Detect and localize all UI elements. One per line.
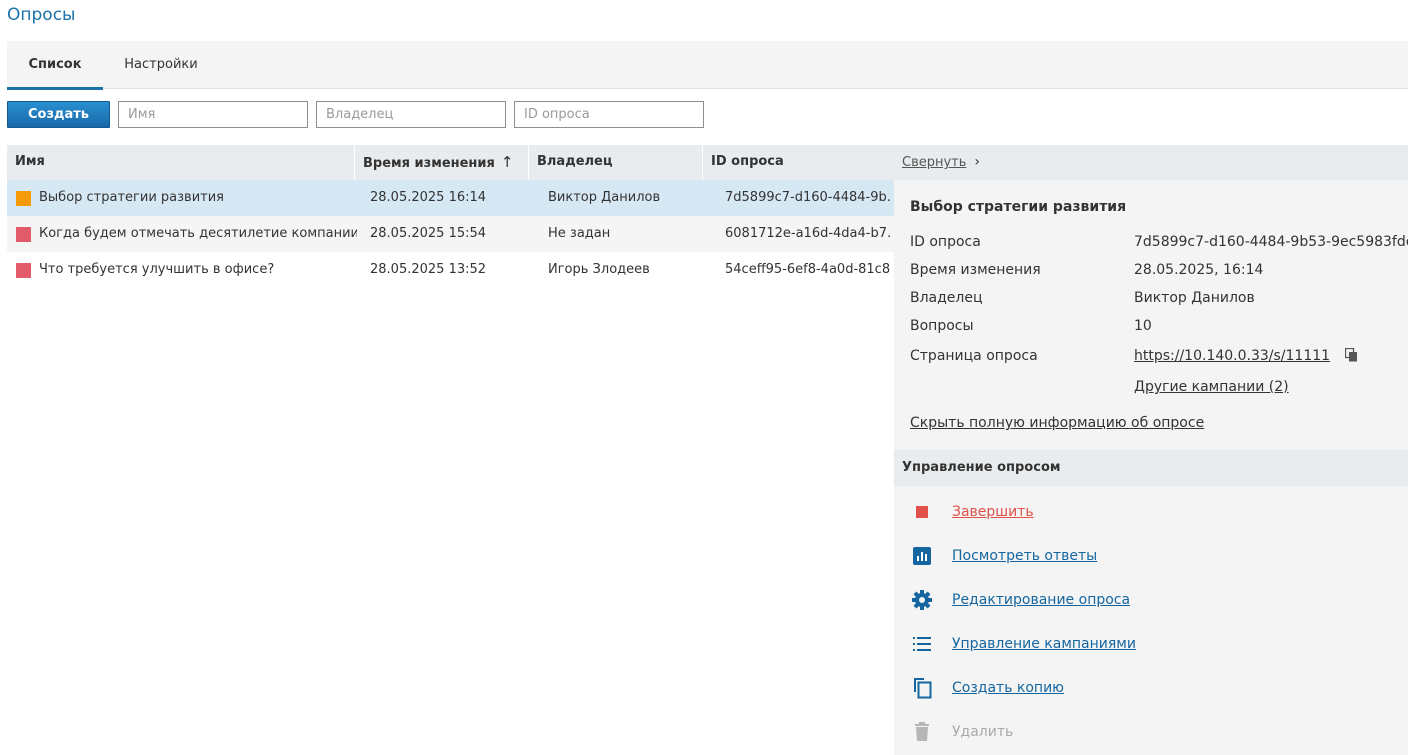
copy-url-icon[interactable] bbox=[1344, 347, 1358, 366]
tab-settings-label: Настройки bbox=[124, 57, 198, 72]
edit-survey-action[interactable]: Редактирование опроса bbox=[910, 587, 1390, 613]
manage-campaigns-label[interactable]: Управление кампаниями bbox=[952, 631, 1136, 657]
list-icon bbox=[910, 632, 934, 656]
modified-label: Время изменения bbox=[910, 262, 1041, 278]
manage-survey-header: Управление опросом bbox=[894, 450, 1408, 486]
owner-filter-input[interactable] bbox=[316, 101, 506, 128]
column-header-owner-label: Владелец bbox=[537, 154, 613, 169]
trash-icon bbox=[910, 720, 934, 744]
create-copy-label[interactable]: Создать копию bbox=[952, 675, 1064, 701]
status-indicator-icon bbox=[16, 227, 31, 242]
row-owner: Виктор Данилов bbox=[548, 190, 661, 205]
modified-value: 28.05.2025, 16:14 bbox=[1134, 262, 1264, 278]
status-indicator-icon bbox=[16, 263, 31, 278]
column-header-name[interactable]: Имя bbox=[7, 145, 355, 180]
row-name: Выбор стратегии развития bbox=[39, 190, 224, 205]
row-modified: 28.05.2025 16:14 bbox=[370, 190, 487, 205]
owner-label: Владелец bbox=[910, 290, 983, 306]
chevron-right-icon[interactable]: › bbox=[974, 154, 980, 170]
table-header: Имя Время изменения ↑ Владелец ID опроса bbox=[7, 145, 894, 180]
view-responses-action[interactable]: Посмотреть ответы bbox=[910, 543, 1390, 569]
row-modified: 28.05.2025 15:54 bbox=[370, 226, 487, 241]
finish-survey-action[interactable]: Завершить bbox=[910, 499, 1390, 525]
surveys-table: Имя Время изменения ↑ Владелец ID опроса … bbox=[7, 145, 894, 288]
finish-survey-label[interactable]: Завершить bbox=[952, 499, 1034, 525]
column-header-id-label: ID опроса bbox=[711, 154, 784, 169]
page-title: Опросы bbox=[7, 5, 76, 25]
hide-full-info-link[interactable]: Скрыть полную информацию об опросе bbox=[910, 415, 1204, 431]
create-button[interactable]: Создать bbox=[7, 101, 110, 128]
collapse-bar: Свернуть › bbox=[894, 145, 1408, 180]
create-copy-action[interactable]: Создать копию bbox=[910, 675, 1390, 701]
column-header-name-label: Имя bbox=[15, 154, 45, 169]
row-id: 7d5899c7-d160-4484-9b... bbox=[725, 190, 890, 205]
column-header-modified[interactable]: Время изменения ↑ bbox=[355, 145, 529, 180]
survey-page-label: Страница опроса bbox=[910, 348, 1038, 364]
delete-survey-label: Удалить bbox=[952, 724, 1014, 740]
copy-icon bbox=[910, 676, 934, 700]
survey-page-row: https://10.140.0.33/s/11111 bbox=[1134, 347, 1358, 366]
table-row[interactable]: Что требуется улучшить в офисе? 28.05.20… bbox=[7, 252, 894, 288]
row-name: Когда будем отмечать десятилетие компани… bbox=[39, 226, 357, 241]
table-row[interactable]: Когда будем отмечать десятилетие компани… bbox=[7, 216, 894, 252]
row-id: 6081712e-a16d-4da4-b7... bbox=[725, 226, 890, 241]
table-row[interactable]: Выбор стратегии развития 28.05.2025 16:1… bbox=[7, 180, 894, 216]
edit-survey-label[interactable]: Редактирование опроса bbox=[952, 587, 1130, 613]
id-value: 7d5899c7-d160-4484-9b53-9ec5983fdc27 bbox=[1134, 234, 1408, 250]
details-title: Выбор стратегии развития bbox=[910, 199, 1127, 215]
row-modified: 28.05.2025 13:52 bbox=[370, 262, 487, 277]
tab-list-label: Список bbox=[28, 57, 82, 72]
delete-survey-action: Удалить bbox=[910, 719, 1390, 745]
collapse-link[interactable]: Свернуть bbox=[902, 155, 966, 170]
row-owner: Игорь Злодеев bbox=[548, 262, 650, 277]
questions-value: 10 bbox=[1134, 318, 1152, 334]
tab-settings[interactable]: Настройки bbox=[115, 41, 207, 89]
details-panel: Свернуть › Выбор стратегии развития ID оп… bbox=[894, 145, 1408, 755]
tab-bar: Список Настройки bbox=[7, 41, 1408, 90]
row-owner: Не задан bbox=[548, 226, 611, 241]
column-header-owner[interactable]: Владелец bbox=[529, 145, 703, 180]
bar-chart-icon bbox=[910, 544, 934, 568]
id-filter-input[interactable] bbox=[514, 101, 704, 128]
column-header-modified-label: Время изменения bbox=[363, 156, 495, 171]
other-campaigns-link[interactable]: Другие кампании (2) bbox=[1134, 379, 1289, 395]
row-name: Что требуется улучшить в офисе? bbox=[39, 262, 275, 277]
row-id: 54ceff95-6ef8-4a0d-81c8... bbox=[725, 262, 890, 277]
view-responses-label[interactable]: Посмотреть ответы bbox=[952, 543, 1097, 569]
survey-page-link[interactable]: https://10.140.0.33/s/11111 bbox=[1134, 348, 1330, 364]
stop-icon bbox=[910, 500, 934, 524]
name-filter-input[interactable] bbox=[118, 101, 308, 128]
gear-icon bbox=[910, 588, 934, 612]
tab-list[interactable]: Список bbox=[7, 41, 103, 90]
id-label: ID опроса bbox=[910, 234, 981, 250]
status-indicator-icon bbox=[16, 191, 31, 206]
manage-campaigns-action[interactable]: Управление кампаниями bbox=[910, 631, 1390, 657]
questions-label: Вопросы bbox=[910, 318, 974, 334]
sort-ascending-icon: ↑ bbox=[500, 153, 514, 171]
column-header-id[interactable]: ID опроса bbox=[703, 145, 894, 180]
owner-value: Виктор Данилов bbox=[1134, 290, 1255, 306]
